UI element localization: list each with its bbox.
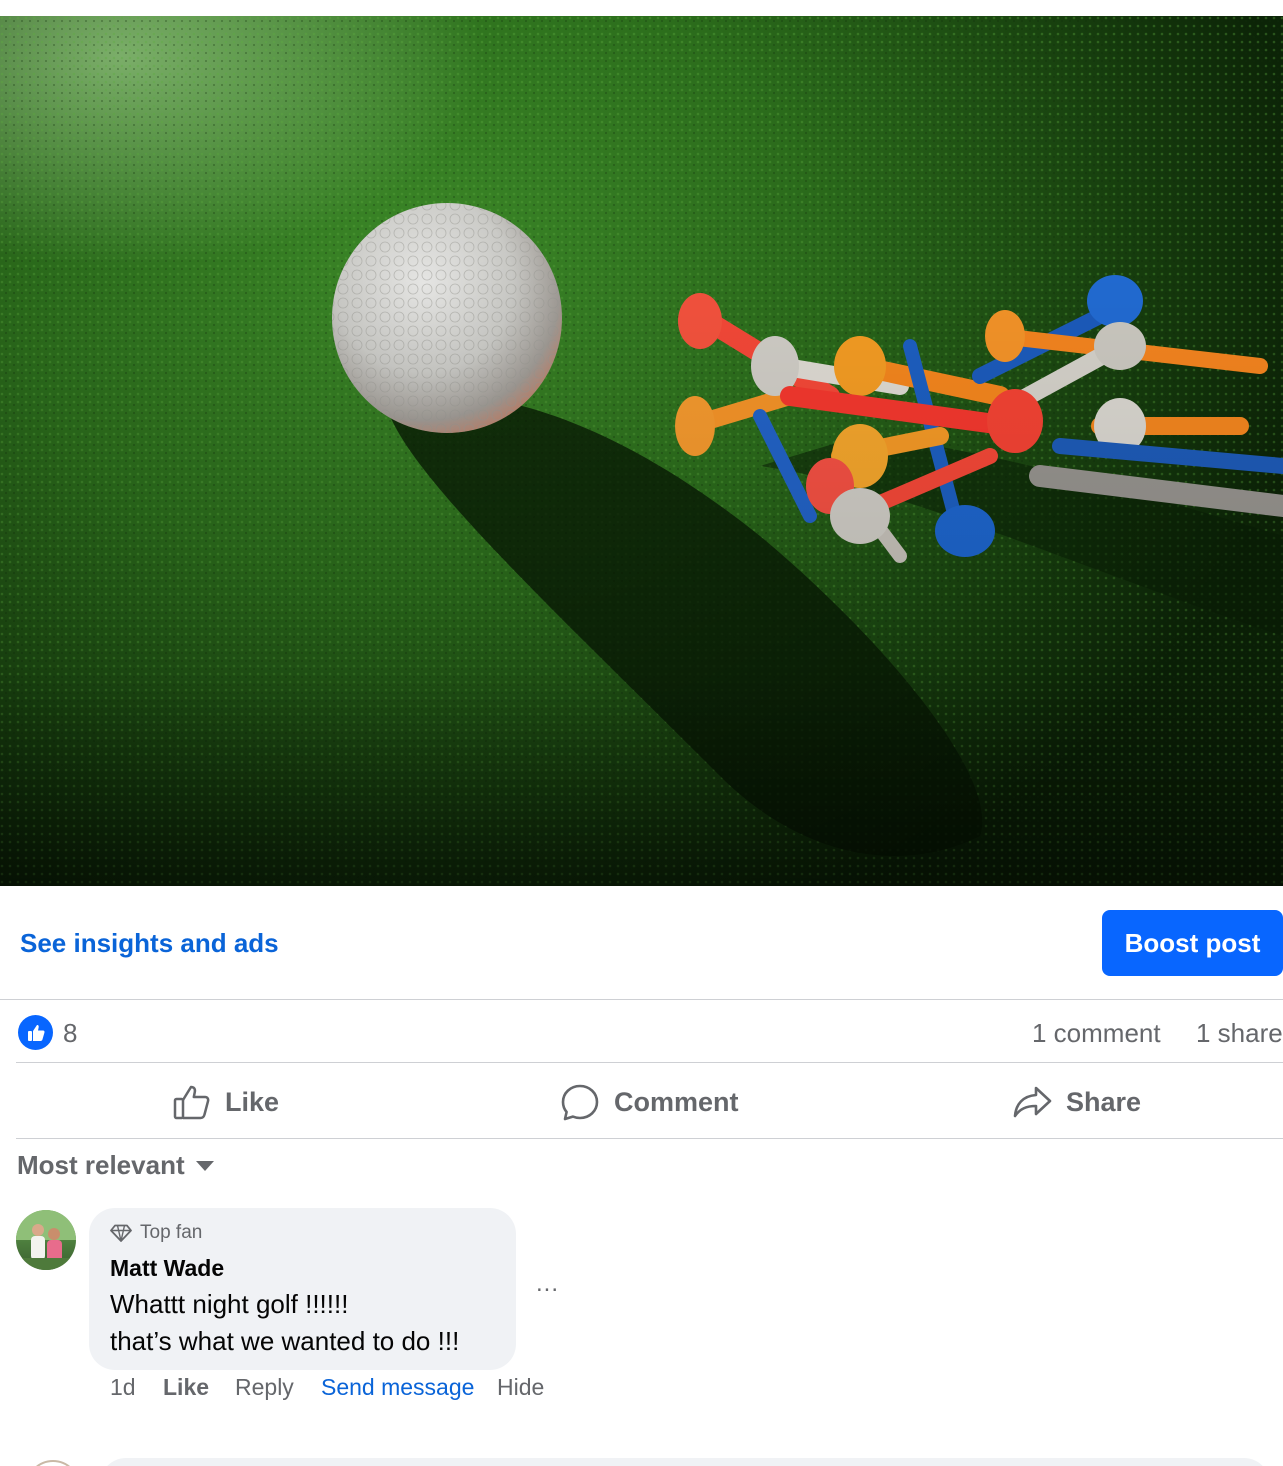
divider xyxy=(16,1138,1283,1139)
comment-bubble-icon xyxy=(561,1084,599,1121)
comment-reply-button[interactable]: Reply xyxy=(235,1374,294,1401)
diamond-icon xyxy=(110,1224,132,1242)
current-user-avatar[interactable] xyxy=(26,1460,80,1466)
hide-comment-button[interactable]: Hide xyxy=(497,1374,544,1401)
like-button-label: Like xyxy=(225,1086,280,1117)
comment-timestamp[interactable]: 1d xyxy=(110,1374,136,1401)
post-container: See insights and ads Boost post 8 1 comm… xyxy=(0,0,1283,1466)
reaction-count[interactable]: 8 xyxy=(63,1018,77,1049)
top-fan-badge: Top fan xyxy=(110,1222,202,1244)
boost-post-button[interactable]: Boost post xyxy=(1102,910,1283,976)
share-count[interactable]: 1 share xyxy=(1196,1018,1283,1049)
comment-text: Whattt night golf !!!!!! that’s what we … xyxy=(110,1289,460,1356)
comment-count[interactable]: 1 comment xyxy=(1032,1018,1161,1049)
comment-options-button[interactable]: ... xyxy=(536,1270,566,1300)
divider xyxy=(16,1062,1283,1063)
send-message-button[interactable]: Send message xyxy=(321,1374,474,1401)
avatar-photo xyxy=(16,1210,76,1270)
golf-photo-illustration xyxy=(0,16,1283,886)
top-fan-label: Top fan xyxy=(140,1222,203,1243)
share-arrow-icon xyxy=(1013,1086,1052,1118)
avatar[interactable] xyxy=(16,1210,76,1270)
sort-label: Most relevant xyxy=(17,1150,185,1180)
share-button[interactable]: Share xyxy=(1012,1074,1141,1130)
like-button[interactable]: Like xyxy=(173,1074,279,1130)
comment-author[interactable]: Matt Wade xyxy=(110,1255,224,1282)
comment-sort-dropdown[interactable]: Most relevant xyxy=(17,1150,215,1181)
comment-button-label: Comment xyxy=(614,1086,739,1117)
comment-bubble: Top fan Matt Wade Whattt night golf !!!!… xyxy=(89,1208,516,1370)
comment-like-button[interactable]: Like xyxy=(163,1374,209,1401)
thumbs-up-outline-icon xyxy=(173,1085,210,1120)
write-comment-input[interactable] xyxy=(100,1458,1270,1466)
share-button-label: Share xyxy=(1066,1086,1142,1117)
see-insights-link[interactable]: See insights and ads xyxy=(20,928,279,959)
divider xyxy=(0,999,1283,1000)
comment-button[interactable]: Comment xyxy=(560,1074,739,1130)
caret-down-icon xyxy=(195,1160,214,1171)
like-reaction-icon[interactable] xyxy=(18,1015,53,1050)
thumbs-up-icon xyxy=(27,1024,45,1041)
post-image[interactable] xyxy=(0,16,1283,886)
